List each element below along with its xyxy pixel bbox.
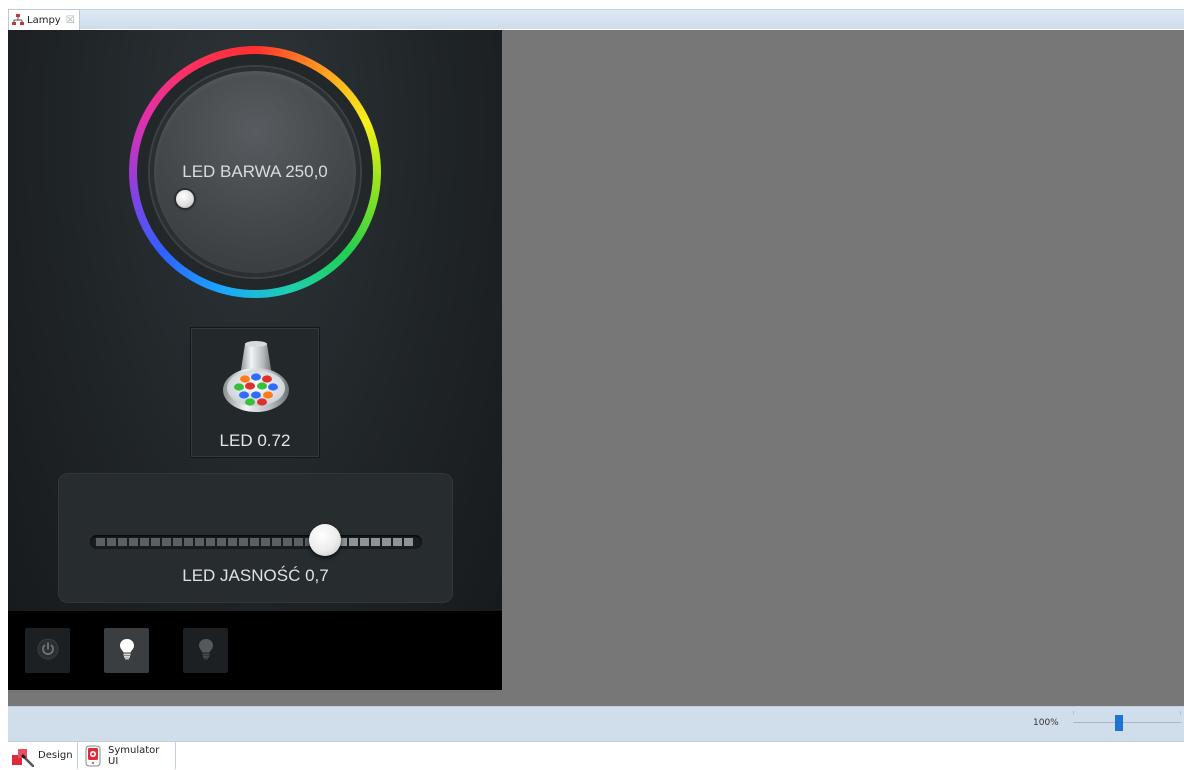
brightness-segment xyxy=(195,538,204,546)
brightness-segment xyxy=(96,538,105,546)
editor-tab-label: Lampy xyxy=(27,14,61,26)
brightness-slider-track[interactable] xyxy=(90,535,422,549)
brightness-label: LED JASNOŚĆ 0,7 xyxy=(182,566,329,585)
power-icon xyxy=(37,638,59,664)
brightness-segment xyxy=(140,538,149,546)
editor-tab-strip: Lampy ☒ xyxy=(0,0,1184,30)
view-tabs: Design Symulator UI xyxy=(8,741,1184,769)
led-level-label: LED 0.72 xyxy=(219,431,291,450)
led-lamp-icon xyxy=(218,340,294,420)
color-wheel-label: LED BARWA 250,0 xyxy=(182,162,328,181)
brightness-segment xyxy=(162,538,171,546)
brightness-slider-thumb[interactable] xyxy=(309,524,341,556)
zoom-tick xyxy=(1180,711,1181,715)
design-icon xyxy=(12,745,35,767)
brightness-panel: LED JASNOŚĆ 0,7 xyxy=(58,473,453,603)
brightness-segment xyxy=(129,538,138,546)
simulator-icon xyxy=(82,745,104,767)
brightness-segment xyxy=(283,538,292,546)
editor-tab-bar xyxy=(8,9,1184,29)
brightness-segment xyxy=(294,538,303,546)
lightbulb-icon xyxy=(119,638,135,664)
brightness-segment xyxy=(206,538,215,546)
brightness-segment xyxy=(349,538,358,546)
led-tile[interactable]: LED 0.72 xyxy=(190,327,320,458)
brightness-segment xyxy=(184,538,193,546)
brightness-segment xyxy=(371,538,380,546)
brightness-segment xyxy=(382,538,391,546)
brightness-segment xyxy=(250,538,259,546)
tab-simulator-label: Symulator UI xyxy=(108,744,160,767)
light-on-button[interactable] xyxy=(104,628,149,673)
zoom-level-label: 100% xyxy=(1033,718,1059,728)
editor-tab-lampy[interactable]: Lampy ☒ xyxy=(8,9,80,30)
device-button-bar xyxy=(8,611,502,690)
brightness-segment xyxy=(404,538,413,546)
brightness-segment xyxy=(173,538,182,546)
brightness-segment xyxy=(261,538,270,546)
zoom-slider-track[interactable] xyxy=(1073,722,1181,723)
brightness-slider-segments xyxy=(96,538,413,546)
light-off-button[interactable] xyxy=(183,628,228,673)
device-panel: LED BARWA 250,0 LED 0.72 LED JASNOŚĆ 0,7 xyxy=(8,30,502,690)
brightness-segment xyxy=(239,538,248,546)
diagram-icon xyxy=(12,14,24,26)
zoom-bar: 100% xyxy=(8,706,1184,741)
brightness-segment xyxy=(107,538,116,546)
zoom-tick xyxy=(1073,711,1074,715)
brightness-segment xyxy=(228,538,237,546)
brightness-segment xyxy=(151,538,160,546)
brightness-segment xyxy=(360,538,369,546)
brightness-segment xyxy=(393,538,402,546)
tab-simulator[interactable]: Symulator UI xyxy=(78,742,176,769)
color-wheel-handle[interactable] xyxy=(176,190,194,208)
lightbulb-off-icon xyxy=(198,638,214,664)
brightness-segment xyxy=(217,538,226,546)
zoom-slider-thumb[interactable] xyxy=(1115,715,1123,731)
brightness-segment xyxy=(272,538,281,546)
tab-design-label: Design xyxy=(38,750,73,761)
power-button[interactable] xyxy=(25,628,70,673)
close-tab-icon[interactable]: ☒ xyxy=(66,15,75,26)
brightness-segment xyxy=(118,538,127,546)
tab-design[interactable]: Design xyxy=(8,742,78,769)
